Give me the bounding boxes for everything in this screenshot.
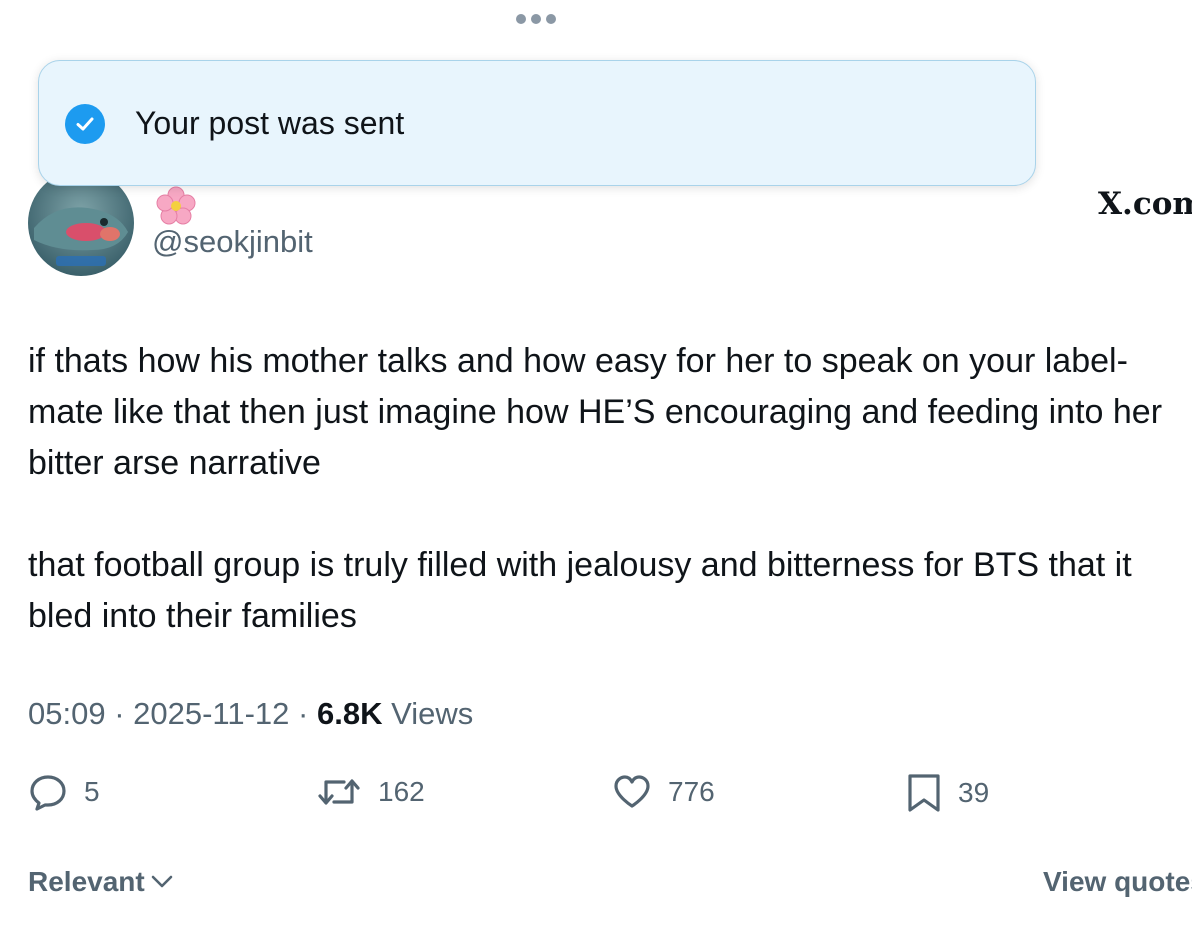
post-paragraph: if thats how his mother talks and how ea… xyxy=(28,342,1163,482)
separator: · xyxy=(114,696,134,731)
bookmark-icon xyxy=(908,774,940,812)
chevron-down-icon xyxy=(151,875,173,888)
reply-button[interactable]: 5 xyxy=(28,772,100,812)
more-options-icon[interactable] xyxy=(516,14,556,24)
post-sent-toast: Your post was sent xyxy=(38,60,1036,186)
post-paragraph: that football group is truly filled with… xyxy=(28,546,1132,635)
post-detail-page: @seokjinbit X.com Your post was sent if … xyxy=(0,0,1192,930)
separator: · xyxy=(298,696,317,731)
sort-replies-dropdown[interactable]: Relevant xyxy=(28,866,173,898)
reply-icon xyxy=(30,775,66,811)
repost-button[interactable]: 162 xyxy=(316,772,425,812)
view-quotes-link[interactable]: View quotes xyxy=(1043,866,1192,898)
checkmark-icon xyxy=(65,104,105,144)
reply-count: 5 xyxy=(84,776,100,807)
repost-icon xyxy=(318,779,360,805)
sort-label: Relevant xyxy=(28,866,145,897)
x-com-watermark: X.com xyxy=(1098,186,1192,222)
toast-message: Your post was sent xyxy=(135,105,405,141)
post-metadata: 05:09 · 2025-11-12 · 6.8K Views xyxy=(28,696,473,732)
bookmark-button[interactable]: 39 xyxy=(906,772,989,814)
views-count: 6.8K xyxy=(316,696,383,731)
post-text: if thats how his mother talks and how ea… xyxy=(28,336,1188,642)
like-button[interactable]: 776 xyxy=(612,772,715,812)
author-handle[interactable]: @seokjinbit xyxy=(152,224,313,260)
cherry-blossom-icon xyxy=(156,186,196,225)
like-count: 776 xyxy=(668,776,715,807)
post-time[interactable]: 05:09 xyxy=(28,696,106,731)
repost-count: 162 xyxy=(378,776,425,807)
heart-icon xyxy=(614,775,650,808)
post-date[interactable]: 2025-11-12 xyxy=(133,696,289,731)
bookmark-count: 39 xyxy=(958,777,990,808)
views-label: Views xyxy=(391,696,474,731)
